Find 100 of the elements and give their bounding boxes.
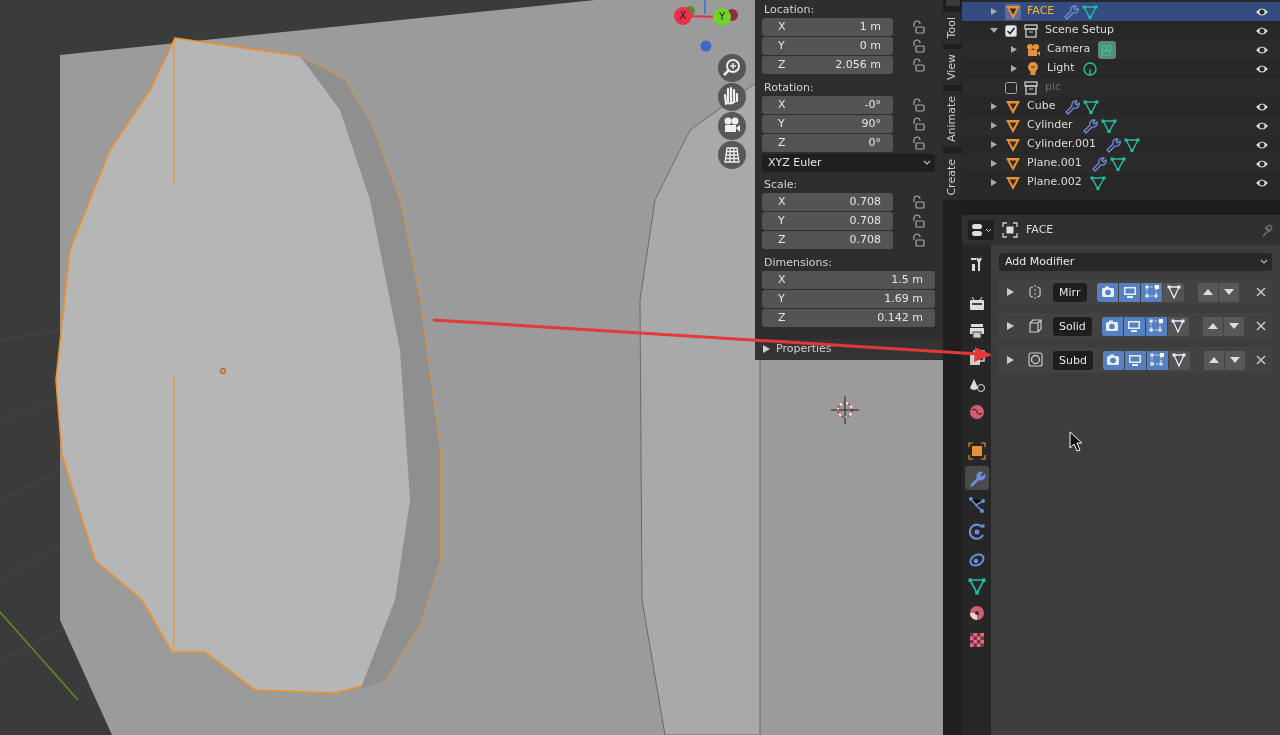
sidebar-tab[interactable]: View bbox=[943, 49, 962, 86]
expand-arrow-icon[interactable] bbox=[1010, 64, 1019, 73]
section-label: Dimensions: bbox=[763, 255, 833, 271]
close-button[interactable] bbox=[1256, 287, 1266, 297]
outliner-row[interactable]: Scene Setup bbox=[962, 21, 1280, 40]
rotation-mode-dropdown[interactable]: XYZ Euler bbox=[762, 154, 935, 172]
move-down-button[interactable] bbox=[1219, 282, 1239, 302]
outliner-row[interactable]: Plane.002 bbox=[962, 173, 1280, 192]
nav-camera-button[interactable] bbox=[718, 112, 746, 140]
checkbox[interactable] bbox=[1005, 81, 1017, 94]
number-field[interactable]: Z 2.056 m bbox=[762, 56, 893, 74]
toggle-button[interactable] bbox=[1123, 316, 1145, 336]
editor-type-button[interactable] bbox=[968, 220, 994, 240]
toggle-button[interactable] bbox=[1124, 350, 1146, 370]
collection-icon bbox=[1023, 79, 1039, 96]
expand-arrow-icon[interactable] bbox=[1010, 45, 1019, 54]
expand-arrow-icon[interactable] bbox=[1007, 356, 1014, 364]
add-modifier-dropdown[interactable]: Add Modifier bbox=[999, 253, 1272, 271]
up-triangle-icon bbox=[1208, 356, 1219, 364]
mesh-icon bbox=[1005, 98, 1021, 115]
expand-arrow-icon[interactable] bbox=[1007, 288, 1014, 296]
move-up-button[interactable] bbox=[1198, 282, 1218, 302]
expand-arrow-icon[interactable] bbox=[990, 140, 999, 149]
expand-arrow-icon[interactable] bbox=[990, 121, 999, 130]
modifier-name-field[interactable]: Mirr bbox=[1053, 282, 1087, 302]
sidebar-tab[interactable]: Create bbox=[943, 153, 962, 201]
toggle-button[interactable] bbox=[1168, 350, 1190, 370]
toggle-button[interactable] bbox=[1146, 350, 1168, 370]
object-name: Plane.001 bbox=[1027, 155, 1082, 172]
lock-icon[interactable] bbox=[911, 98, 925, 112]
number-field[interactable]: X 0.708 bbox=[762, 193, 893, 211]
number-field[interactable]: Y 0.708 bbox=[762, 212, 893, 230]
lock-icon[interactable] bbox=[911, 39, 925, 53]
number-field[interactable]: Y 90° bbox=[762, 115, 893, 133]
outliner-row[interactable]: Cube bbox=[962, 97, 1280, 116]
nav-hand-button[interactable] bbox=[718, 83, 746, 111]
eye-icon[interactable] bbox=[1255, 6, 1269, 18]
outliner-row[interactable]: FACE bbox=[962, 2, 1280, 21]
modifiers-tab[interactable] bbox=[964, 466, 989, 490]
lock-icon[interactable] bbox=[911, 195, 925, 209]
number-field[interactable]: Y 1.69 m bbox=[762, 290, 935, 308]
move-down-button[interactable] bbox=[1224, 350, 1245, 370]
mesh-icon bbox=[1005, 3, 1021, 20]
eye-icon[interactable] bbox=[1255, 177, 1269, 189]
number-field[interactable]: X 1.5 m bbox=[762, 271, 935, 289]
toggle-button[interactable] bbox=[1145, 316, 1167, 336]
number-field[interactable]: Z 0.142 m bbox=[762, 309, 935, 327]
lock-icon[interactable] bbox=[911, 20, 925, 34]
eye-icon[interactable] bbox=[1255, 158, 1269, 170]
close-button[interactable] bbox=[1256, 355, 1266, 365]
move-up-button[interactable] bbox=[1203, 350, 1224, 370]
eye-icon[interactable] bbox=[1255, 120, 1269, 132]
lock-icon[interactable] bbox=[911, 214, 925, 228]
sidebar-tab[interactable]: Animate bbox=[943, 91, 962, 148]
number-field[interactable]: Z 0.708 bbox=[762, 231, 893, 249]
move-up-button[interactable] bbox=[1202, 316, 1223, 336]
object-name: Cylinder bbox=[1027, 117, 1073, 134]
number-field[interactable]: Z 0° bbox=[762, 134, 893, 152]
close-icon bbox=[1256, 355, 1266, 365]
lock-icon[interactable] bbox=[911, 136, 925, 150]
toggle-button[interactable] bbox=[1163, 282, 1184, 302]
number-field[interactable]: X -0° bbox=[762, 96, 893, 114]
eye-icon[interactable] bbox=[1255, 63, 1269, 75]
eye-icon[interactable] bbox=[1255, 101, 1269, 113]
modifier-name-field[interactable]: Subd bbox=[1053, 350, 1093, 370]
eye-icon[interactable] bbox=[1255, 139, 1269, 151]
toggle-button[interactable] bbox=[1167, 316, 1189, 336]
expand-arrow-icon[interactable] bbox=[990, 26, 999, 35]
modifier-name-field[interactable]: Solid bbox=[1053, 316, 1092, 336]
expand-arrow-icon[interactable] bbox=[990, 102, 999, 111]
close-button[interactable] bbox=[1256, 321, 1266, 331]
lock-icon[interactable] bbox=[911, 117, 925, 131]
eye-icon[interactable] bbox=[1255, 25, 1269, 37]
nav-grid-button[interactable] bbox=[718, 141, 746, 169]
eye-icon[interactable] bbox=[1255, 44, 1269, 56]
outliner-row[interactable]: Cylinder.001 bbox=[962, 135, 1280, 154]
pin-icon[interactable] bbox=[1260, 223, 1274, 237]
expand-arrow-icon[interactable] bbox=[990, 159, 999, 168]
checkbox[interactable] bbox=[1005, 24, 1017, 37]
expand-arrow-icon[interactable] bbox=[990, 178, 999, 187]
lock-icon[interactable] bbox=[911, 233, 925, 247]
move-down-button[interactable] bbox=[1223, 316, 1244, 336]
toggle-button[interactable] bbox=[1102, 350, 1124, 370]
edit-mode-icon bbox=[1148, 318, 1165, 334]
number-field[interactable]: X 1 m bbox=[762, 18, 893, 36]
outliner-row[interactable]: Light bbox=[962, 59, 1280, 78]
edit-mode-icon bbox=[1143, 284, 1160, 300]
toggle-button[interactable] bbox=[1141, 282, 1162, 302]
collection-icon bbox=[1023, 22, 1039, 39]
toggle-button[interactable] bbox=[1097, 282, 1118, 302]
section-label: Location: bbox=[763, 2, 816, 18]
object-name: Cylinder.001 bbox=[1027, 136, 1097, 153]
nav-zoom-button[interactable] bbox=[718, 54, 746, 82]
toggle-button[interactable] bbox=[1119, 282, 1140, 302]
expand-arrow-icon[interactable] bbox=[990, 7, 999, 16]
number-field[interactable]: Y 0 m bbox=[762, 37, 893, 55]
expand-arrow-icon[interactable] bbox=[1007, 322, 1014, 330]
toggle-button[interactable] bbox=[1101, 316, 1123, 336]
lock-icon[interactable] bbox=[911, 58, 925, 72]
sidebar-tab[interactable]: Tool bbox=[943, 12, 962, 44]
